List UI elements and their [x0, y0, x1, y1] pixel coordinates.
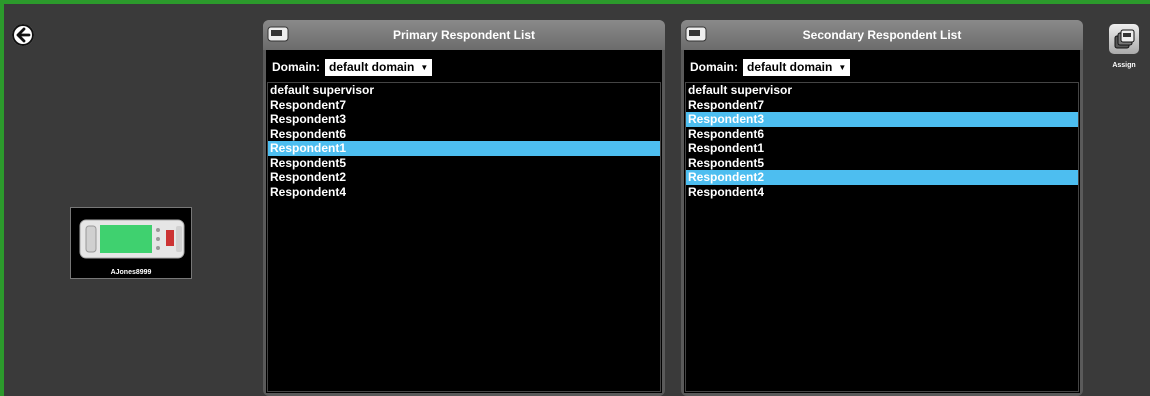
primary-panel-title: Primary Respondent List [392, 28, 536, 42]
pager-device-icon [79, 219, 185, 259]
list-item[interactable]: Respondent2 [268, 170, 660, 185]
chevron-down-icon: ▼ [420, 62, 429, 72]
list-item[interactable]: Respondent3 [268, 112, 660, 127]
domain-label: Domain: [690, 60, 738, 74]
assign-button[interactable] [1109, 24, 1139, 54]
assign-stack-icon [1114, 29, 1135, 49]
primary-respondent-list[interactable]: default supervisor Respondent7 Respondent3… [267, 82, 661, 392]
device-name: AJones8999 [110, 269, 152, 276]
list-item[interactable]: Respondent6 [686, 127, 1078, 142]
secondary-respondent-list[interactable]: default supervisor Respondent7 Respondent3… [685, 82, 1079, 392]
secondary-panel-header: Secondary Respondent List [681, 20, 1083, 50]
secondary-respondent-panel: Secondary Respondent List Domain: defaul… [681, 20, 1083, 396]
primary-respondent-panel: Primary Respondent List Domain: default … [263, 20, 665, 396]
list-item[interactable]: Respondent5 [268, 156, 660, 171]
list-item[interactable]: Respondent1 [686, 141, 1078, 156]
app-frame: AJones8999 Primary Respondent List Domai… [0, 0, 1150, 396]
list-item[interactable]: default supervisor [268, 83, 660, 98]
domain-label: Domain: [272, 60, 320, 74]
primary-panel-body: Domain: default domain ▼ default supervi… [266, 50, 662, 393]
device-card[interactable]: AJones8999 [70, 207, 192, 279]
assign-label: Assign [1112, 62, 1136, 69]
list-item[interactable]: Respondent7 [268, 98, 660, 113]
chevron-down-icon: ▼ [838, 62, 847, 72]
list-item[interactable]: Respondent3 [686, 112, 1078, 127]
secondary-domain-select[interactable]: default domain ▼ [743, 58, 851, 76]
domain-select-value: default domain [747, 59, 833, 74]
list-item[interactable]: Respondent6 [268, 127, 660, 142]
back-button[interactable] [12, 24, 34, 46]
primary-domain-row: Domain: default domain ▼ [272, 58, 433, 76]
list-item[interactable]: Respondent5 [686, 156, 1078, 171]
list-item[interactable]: Respondent2 [686, 170, 1078, 185]
secondary-panel-body: Domain: default domain ▼ default supervi… [684, 50, 1080, 393]
list-item[interactable]: default supervisor [686, 83, 1078, 98]
secondary-domain-row: Domain: default domain ▼ [690, 58, 851, 76]
list-item[interactable]: Respondent7 [686, 98, 1078, 113]
arrow-left-circle-icon [12, 24, 34, 46]
primary-domain-select[interactable]: default domain ▼ [325, 58, 433, 76]
secondary-panel-title: Secondary Respondent List [802, 28, 962, 42]
list-item[interactable]: Respondent1 [268, 141, 660, 156]
domain-select-value: default domain [329, 59, 415, 74]
list-item[interactable]: Respondent4 [686, 185, 1078, 200]
primary-panel-header: Primary Respondent List [263, 20, 665, 50]
list-item[interactable]: Respondent4 [268, 185, 660, 200]
